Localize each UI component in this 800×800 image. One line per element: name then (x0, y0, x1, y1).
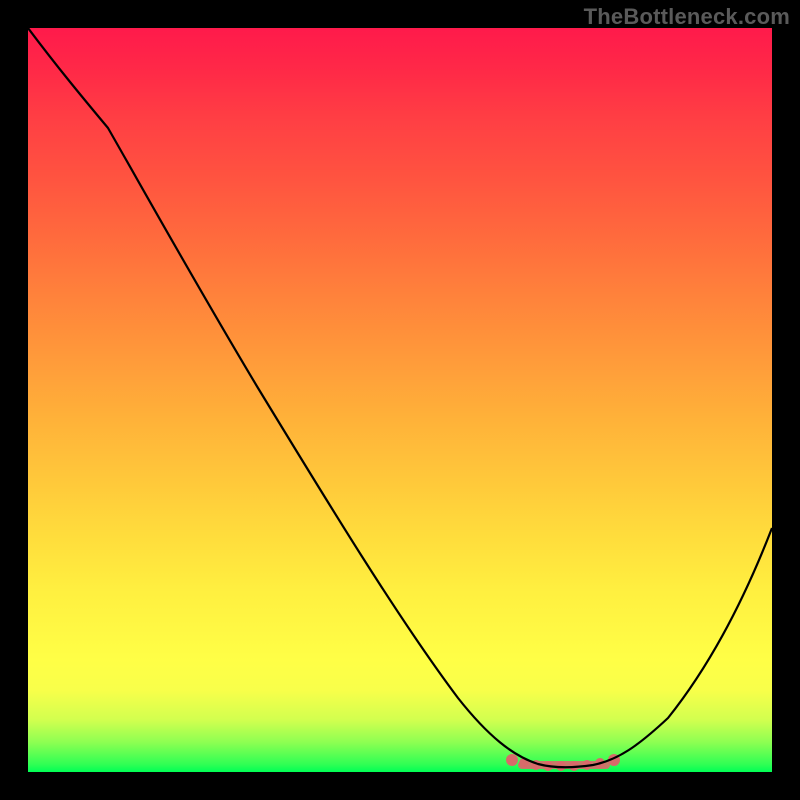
band-dot (506, 754, 518, 766)
bottleneck-curve (28, 28, 772, 767)
plot-area (28, 28, 772, 772)
chart-frame: TheBottleneck.com (0, 0, 800, 800)
watermark-label: TheBottleneck.com (584, 4, 790, 30)
curve-svg (28, 28, 772, 772)
